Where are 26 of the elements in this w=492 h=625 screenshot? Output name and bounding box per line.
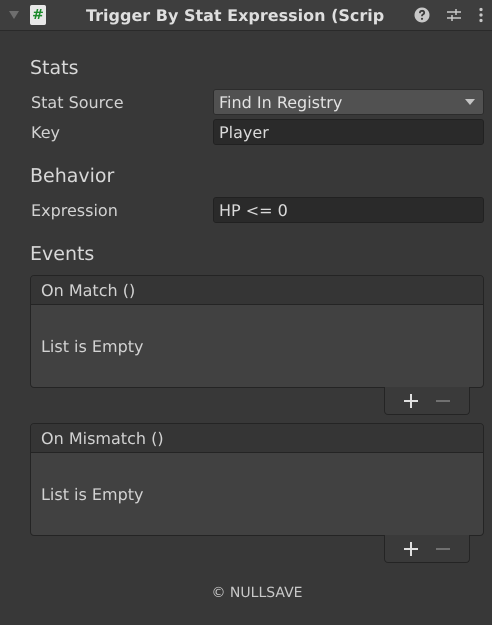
more-options-icon[interactable] bbox=[478, 7, 484, 23]
caret-icon bbox=[465, 98, 475, 106]
empty-list-text: List is Empty bbox=[41, 484, 144, 504]
event-list-header: On Mismatch () bbox=[31, 424, 483, 453]
section-heading: Stats bbox=[30, 57, 80, 79]
add-button[interactable] bbox=[402, 392, 420, 410]
script-icon: # bbox=[30, 5, 46, 25]
section-heading: Behavior bbox=[30, 165, 116, 187]
component-title: Trigger By Stat Expression (Scrip bbox=[86, 6, 386, 24]
add-button[interactable] bbox=[402, 540, 420, 558]
minus-icon bbox=[436, 548, 450, 550]
copyright-text: © NULLSAVE bbox=[210, 585, 304, 601]
minus-icon bbox=[436, 400, 450, 402]
text-field[interactable]: Player bbox=[213, 119, 484, 145]
field-label: Expression bbox=[30, 200, 119, 220]
help-icon[interactable] bbox=[414, 7, 430, 23]
plus-icon bbox=[404, 394, 418, 408]
sliders-icon[interactable] bbox=[446, 7, 462, 23]
text-field[interactable]: HP <= 0 bbox=[213, 197, 484, 223]
field-label: Key bbox=[30, 122, 62, 142]
plus-icon bbox=[404, 542, 418, 556]
event-list-header: On Match () bbox=[31, 276, 483, 305]
field-label: Stat Source bbox=[30, 92, 125, 112]
section-heading: Events bbox=[30, 243, 96, 265]
dropdown[interactable]: Find In Registry bbox=[213, 89, 484, 115]
empty-list-text: List is Empty bbox=[41, 336, 144, 356]
